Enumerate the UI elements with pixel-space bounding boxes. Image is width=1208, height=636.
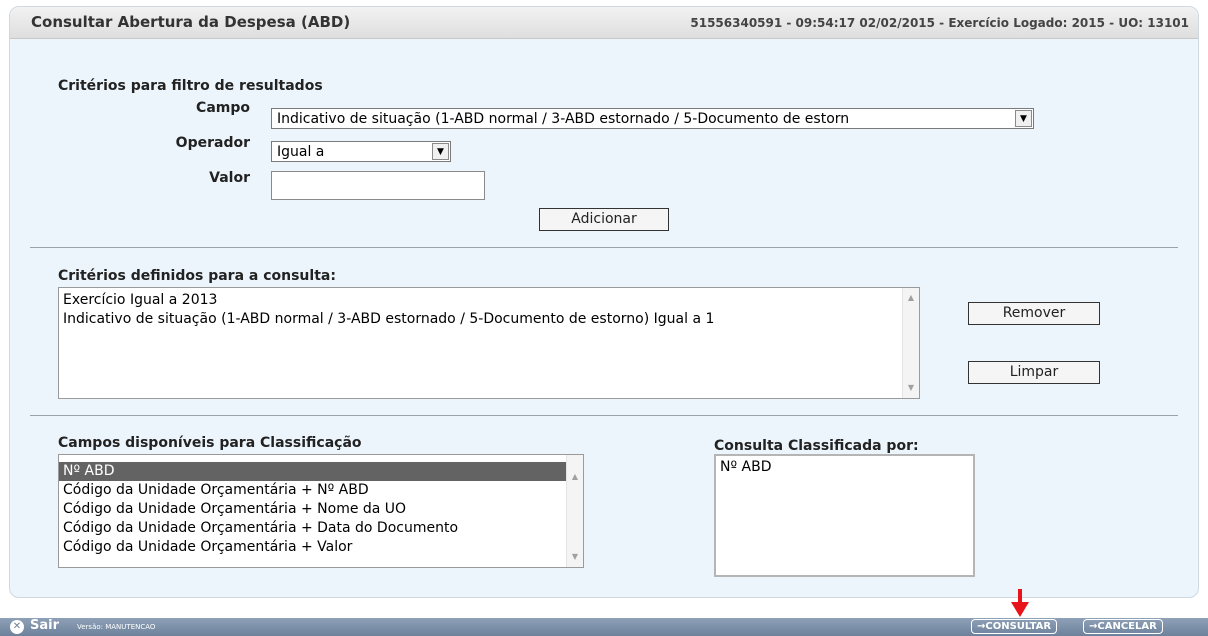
valor-label: Valor	[209, 170, 250, 186]
scroll-down-icon[interactable]: ▼	[903, 380, 919, 396]
list-item[interactable]: Indicativo de situação (1-ABD normal / 3…	[59, 310, 919, 329]
scroll-down-icon[interactable]: ▼	[567, 549, 583, 565]
list-item-selected[interactable]: Nº ABD	[59, 462, 583, 481]
cancelar-button[interactable]: →CANCELAR	[1083, 619, 1163, 634]
limpar-button[interactable]: Limpar	[968, 361, 1100, 384]
criteria-section-title: Critérios definidos para a consulta:	[58, 268, 336, 284]
session-info: 51556340591 - 09:54:17 02/02/2015 - Exer…	[690, 16, 1189, 30]
adicionar-button[interactable]: Adicionar	[539, 208, 669, 231]
sorted-by-listbox[interactable]: Nº ABD	[714, 454, 975, 577]
chevron-down-icon[interactable]: ▼	[1015, 110, 1032, 127]
panel-header: Consultar Abertura da Despesa (ABD) 5155…	[10, 7, 1198, 39]
operador-select[interactable]: Igual a ▼	[271, 141, 451, 162]
campo-label: Campo	[196, 100, 250, 116]
campo-select[interactable]: Indicativo de situação (1-ABD normal / 3…	[271, 108, 1034, 129]
list-item[interactable]: Código da Unidade Orçamentária + Nome da…	[59, 500, 583, 519]
list-item[interactable]: Código da Unidade Orçamentária + Nº ABD	[59, 481, 583, 500]
chevron-down-icon[interactable]: ▼	[432, 143, 449, 160]
divider	[30, 415, 1178, 416]
valor-input[interactable]	[271, 171, 485, 200]
remover-button[interactable]: Remover	[968, 302, 1100, 325]
footer-bar: ✕ Sair Versão: MANUTENCAO →CONSULTAR →CA…	[0, 618, 1208, 636]
filter-section-title: Critérios para filtro de resultados	[58, 78, 323, 94]
sair-link[interactable]: Sair	[30, 618, 59, 633]
list-item[interactable]: Código da Unidade Orçamentária + Data do…	[59, 519, 583, 538]
scroll-up-icon[interactable]: ▲	[903, 290, 919, 306]
version-label: Versão: MANUTENCAO	[77, 623, 156, 631]
criteria-listbox[interactable]: Exercício Igual a 2013 Indicativo de sit…	[58, 287, 920, 399]
campo-select-value: Indicativo de situação (1-ABD normal / 3…	[277, 111, 850, 127]
criteria-scrollbar[interactable]: ▲ ▼	[902, 288, 919, 398]
available-fields-listbox[interactable]: Nº ABD Código da Unidade Orçamentária + …	[58, 454, 584, 568]
list-item[interactable]: Código da Unidade Orçamentária + Valor	[59, 538, 583, 557]
sorted-by-title: Consulta Classificada por:	[714, 438, 919, 454]
operador-select-value: Igual a	[277, 144, 325, 160]
red-arrow-icon	[1011, 589, 1029, 617]
list-item[interactable]: Nº ABD	[716, 458, 973, 477]
consultar-button[interactable]: →CONSULTAR	[971, 619, 1058, 634]
page-title: Consultar Abertura da Despesa (ABD)	[31, 13, 351, 31]
divider	[30, 247, 1178, 248]
close-circle-icon[interactable]: ✕	[10, 620, 24, 634]
operador-label: Operador	[175, 135, 250, 151]
available-fields-title: Campos disponíveis para Classificação	[58, 435, 362, 451]
scroll-up-icon[interactable]: ▲	[567, 469, 583, 485]
main-panel: Consultar Abertura da Despesa (ABD) 5155…	[9, 6, 1199, 598]
list-item[interactable]: Exercício Igual a 2013	[59, 291, 919, 310]
available-fields-scrollbar[interactable]: ▲ ▼	[566, 455, 583, 567]
